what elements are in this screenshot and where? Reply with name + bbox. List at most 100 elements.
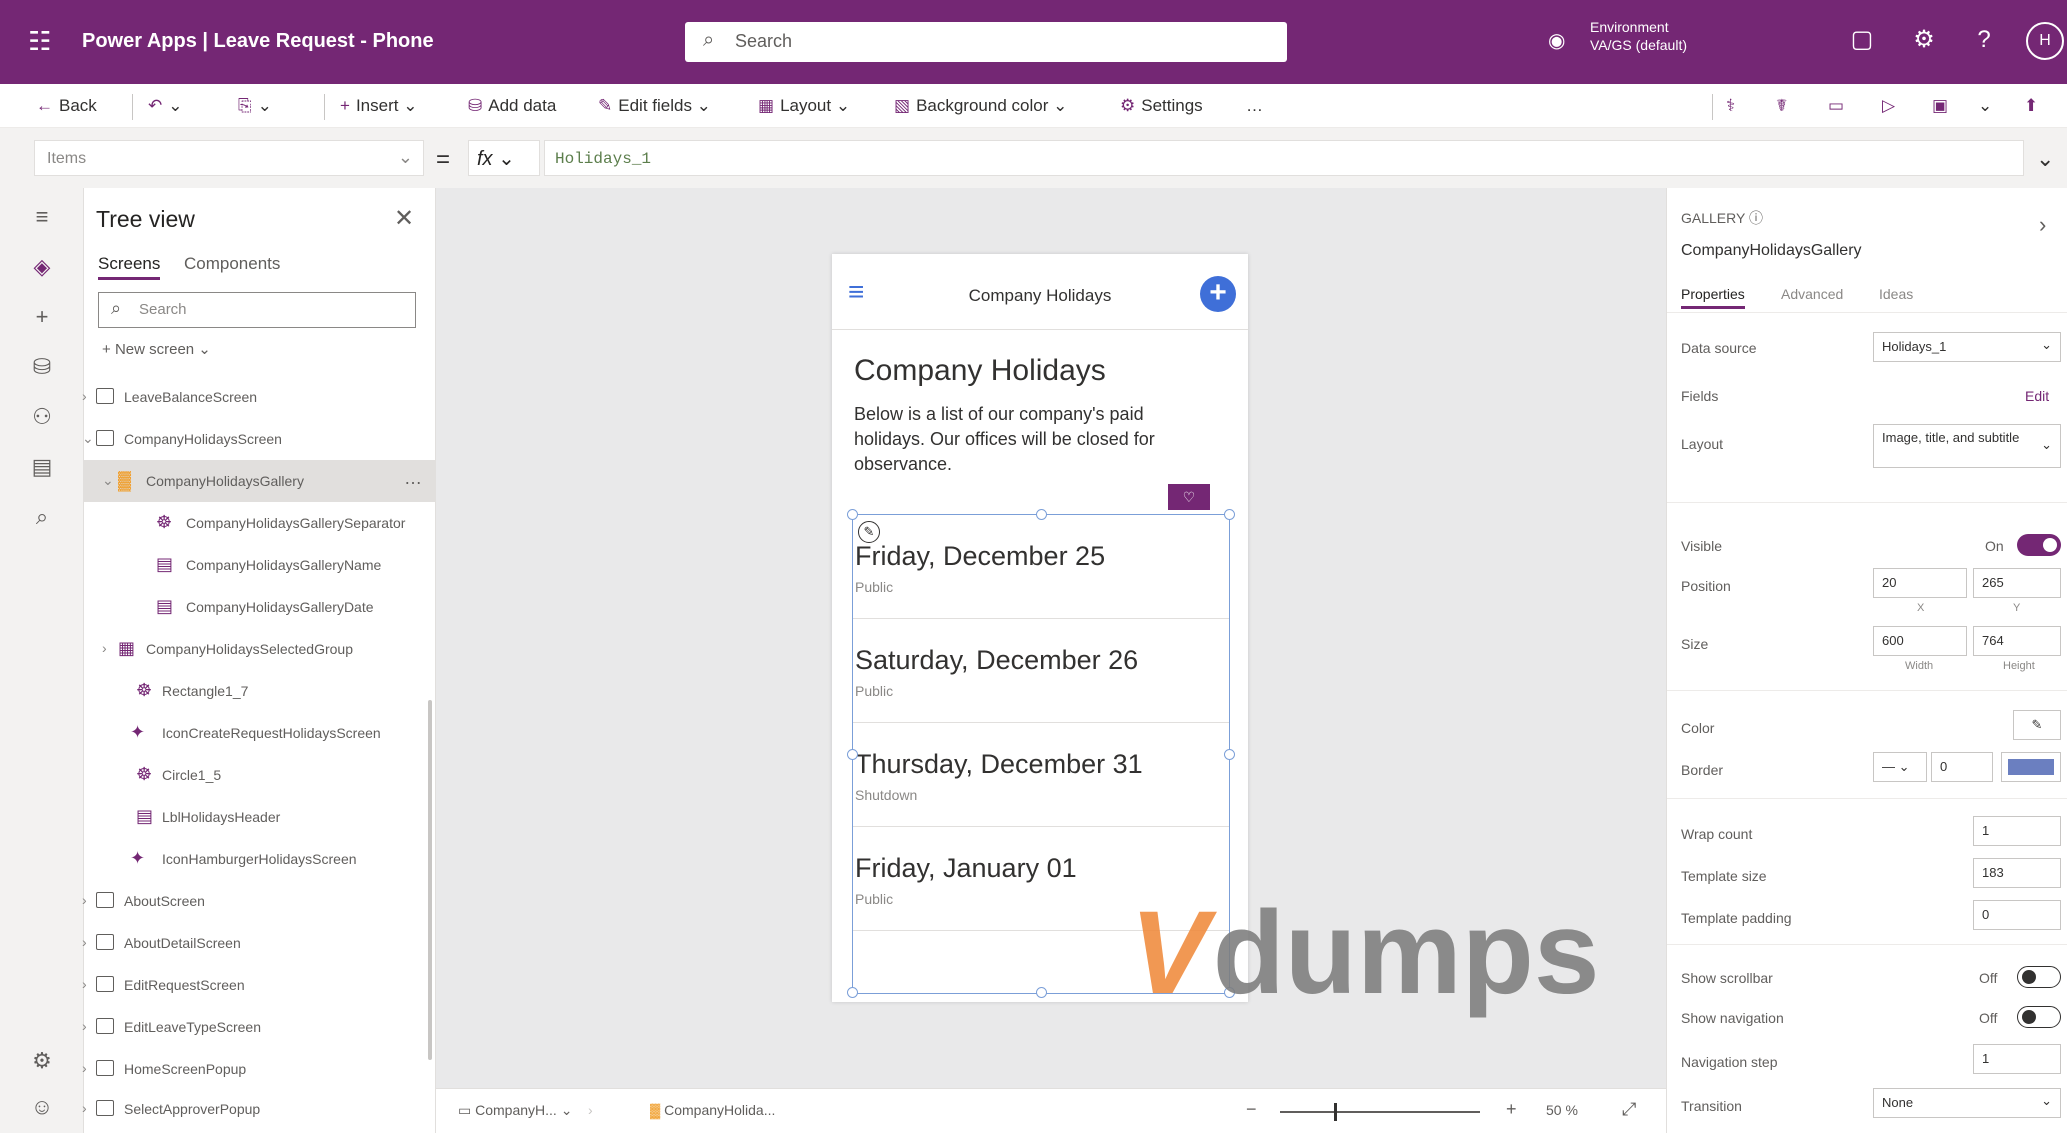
back-button[interactable]: ← Back [36,96,97,116]
show-navigation-toggle[interactable] [2017,1006,2061,1028]
data-icon[interactable]: ⛁ [26,354,58,380]
help-icon[interactable]: ⓘ [1749,210,1763,226]
help-icon[interactable]: ? [1968,26,2000,54]
zoom-out-icon[interactable]: − [1246,1099,1257,1120]
app-checker-icon[interactable]: ⚕ [1726,96,1735,116]
data-source-dropdown[interactable]: Holidays_1 ⌄ [1873,332,2061,362]
settings-button[interactable]: ⚙ Settings [1120,96,1203,116]
border-width-input[interactable]: 0 [1931,752,1993,782]
tab-screens[interactable]: Screens [98,254,161,280]
tree-item-screen[interactable]: › EditRequestScreen [82,964,436,1006]
environment-picker[interactable]: Environment VA/GS (default) [1590,18,1687,54]
tree-item-control[interactable]: › ▦ CompanyHolidaysSelectedGroup [84,628,436,670]
tree-item-screen[interactable]: ⌄ CompanyHolidaysScreen [82,418,436,460]
tree-item-screen[interactable]: › EditLeaveTypeScreen [82,1006,436,1048]
settings-icon[interactable]: ⚙ [26,1048,58,1074]
tree-item-screen[interactable]: › LeaveBalanceScreen [82,376,436,418]
paste-button[interactable]: ⎘ ⌄ [238,96,272,116]
fit-to-window-icon[interactable]: ⤢ [1622,1099,1636,1120]
edit-fields-button[interactable]: ✎ Edit fields ⌄ [598,96,711,116]
tree-item-control[interactable]: ☸ Circle1_5 [84,754,436,796]
avatar[interactable]: H [2026,22,2064,60]
global-search-input[interactable]: ⌕ Search [685,22,1287,62]
comment-icon[interactable]: ▭ [1828,96,1844,116]
edit-fields-link[interactable]: Edit [2025,388,2049,404]
tree-item-control[interactable]: ▤ LblHolidaysHeader [84,796,436,838]
layout-dropdown[interactable]: Image, title, and subtitle ⌄ [1873,424,2061,468]
more-options-icon[interactable]: … [404,468,422,489]
size-height-input[interactable]: 764 [1973,626,2061,656]
tab-ideas[interactable]: Ideas [1879,286,1913,302]
color-picker[interactable]: ✎ [2013,710,2061,740]
advanced-tools-icon[interactable]: ▤ [26,454,58,480]
tree-item-control[interactable]: ☸ Rectangle1_7 [84,670,436,712]
zoom-in-icon[interactable]: + [1506,1099,1517,1120]
control-breadcrumb[interactable]: ▓ CompanyHolida... [650,1102,775,1118]
media-icon[interactable]: ⚇ [26,404,58,430]
resize-handle[interactable] [847,987,858,998]
tree-item-control[interactable]: ☸ CompanyHolidaysGallerySeparator [84,502,436,544]
virtual-agent-icon[interactable]: ☺ [26,1094,58,1120]
notifications-icon[interactable]: ▢ [1846,26,1878,54]
chevron-right-icon[interactable]: › [2039,212,2046,238]
search-icon[interactable]: ⌕ [26,504,58,530]
position-y-input[interactable]: 265 [1973,568,2061,598]
new-screen-button[interactable]: + New screen ⌄ [102,340,211,358]
border-color-picker[interactable] [2001,752,2061,782]
insert-button[interactable]: + Insert ⌄ [340,96,417,116]
tree-search-input[interactable]: ⌕ Search [98,292,416,328]
tree-item-control[interactable]: ▤ CompanyHolidaysGalleryName [84,544,436,586]
chevron-down-icon[interactable]: ⌄ [2036,146,2054,172]
resize-handle[interactable] [1036,509,1047,520]
show-scrollbar-toggle[interactable] [2017,966,2061,988]
navigation-step-input[interactable]: 1 [1973,1044,2061,1074]
tree-view-icon[interactable]: ◈ [26,254,58,280]
tab-components[interactable]: Components [184,254,280,274]
add-request-button[interactable]: + [1200,276,1236,312]
gallery-row[interactable]: Saturday, December 26 Public [853,619,1229,723]
gallery-row[interactable]: Friday, December 25 Public [853,515,1229,619]
app-launcher-icon[interactable]: ☷ [28,28,51,54]
tree-item-screen[interactable]: › AboutScreen [82,880,436,922]
position-x-input[interactable]: 20 [1873,568,1967,598]
tree-item-control[interactable]: ▤ CompanyHolidaysGalleryDate [84,586,436,628]
resize-handle[interactable] [847,749,858,760]
tree-item-control[interactable]: ✦ IconCreateRequestHolidaysScreen [84,712,436,754]
tab-properties[interactable]: Properties [1681,286,1745,309]
stethoscope-icon[interactable]: ☤ [1776,96,1787,116]
resize-handle[interactable] [1224,509,1235,520]
more-commands-icon[interactable]: … [1246,96,1263,116]
gallery-row[interactable]: Thursday, December 31 Shutdown [853,723,1229,827]
background-color-button[interactable]: ▧ Background color ⌄ [894,96,1067,116]
visible-toggle[interactable] [2017,534,2061,556]
hamburger-menu-icon[interactable]: ≡ [26,204,58,230]
template-padding-input[interactable]: 0 [1973,900,2061,930]
property-selector[interactable]: Items ⌄ [34,140,424,176]
tree-item-screen[interactable]: › AboutDetailScreen [82,922,436,964]
screen-breadcrumb[interactable]: ▭ CompanyH... ⌄ [458,1102,572,1119]
gear-icon[interactable]: ⚙ [1908,26,1940,54]
tree-item-screen[interactable]: › HomeScreenPopup [82,1048,436,1090]
wrap-count-input[interactable]: 1 [1973,816,2061,846]
size-width-input[interactable]: 600 [1873,626,1967,656]
preview-play-icon[interactable]: ▷ [1882,96,1895,116]
add-data-button[interactable]: ⛁ Add data [468,96,556,116]
tab-advanced[interactable]: Advanced [1781,286,1843,302]
formula-input[interactable]: Holidays_1 [544,140,2024,176]
gallery-control-badge[interactable]: ♡ [1168,484,1210,510]
undo-button[interactable]: ↶ ⌄ [148,96,183,116]
tree-item-screen[interactable]: › SelectApproverPopup [82,1088,436,1130]
border-style-dropdown[interactable]: — ⌄ [1873,752,1927,782]
resize-handle[interactable] [847,509,858,520]
resize-handle[interactable] [1036,987,1047,998]
zoom-slider-thumb[interactable] [1334,1103,1337,1121]
zoom-slider-track[interactable] [1280,1111,1480,1113]
insert-icon[interactable]: + [26,304,58,330]
save-icon[interactable]: ▣ [1932,96,1948,116]
tree-scrollbar[interactable] [428,700,432,1060]
save-dropdown-icon[interactable]: ⌄ [1978,96,1992,116]
transition-dropdown[interactable]: None ⌄ [1873,1088,2061,1118]
publish-icon[interactable]: ⬆ [2024,96,2038,116]
template-size-input[interactable]: 183 [1973,858,2061,888]
layout-button[interactable]: ▦ Layout ⌄ [758,96,850,116]
